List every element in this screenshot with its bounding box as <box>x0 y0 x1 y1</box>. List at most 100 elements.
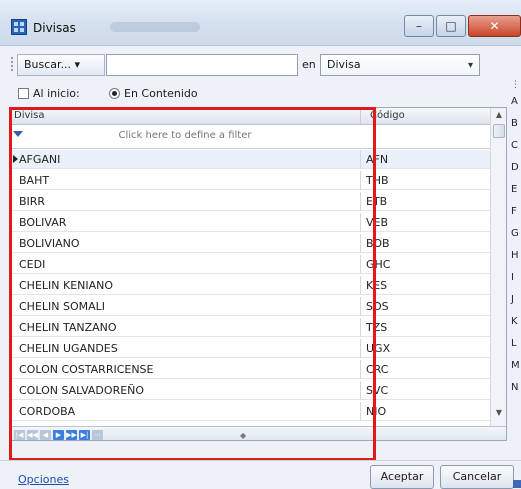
cell-divisa[interactable]: COLON SALVADOREÑO <box>19 384 144 397</box>
cell-divisa[interactable]: BIRR <box>19 195 45 208</box>
alphabet-index-item[interactable]: N <box>511 382 521 404</box>
cell-divisa[interactable]: CHELIN TANZANO <box>19 321 117 334</box>
alphabet-index-item[interactable]: C <box>511 140 521 162</box>
cell-codigo[interactable]: UGX <box>366 342 390 355</box>
cell-codigo[interactable]: KES <box>366 279 387 292</box>
alphabet-index-item[interactable]: G <box>511 228 521 250</box>
toolbar-grip-icon[interactable] <box>11 57 13 71</box>
cell-codigo[interactable]: THB <box>366 174 389 187</box>
cell-codigo[interactable]: SVC <box>366 384 388 397</box>
search-dropdown-button[interactable]: Buscar... ▾ <box>17 54 105 76</box>
cell-divisa[interactable]: BOLIVAR <box>19 216 66 229</box>
cell-codigo[interactable]: GHC <box>366 258 390 271</box>
cell-codigo[interactable]: CRC <box>366 363 388 376</box>
title-bar-blur <box>110 22 200 32</box>
cell-divisa[interactable]: AFGANI <box>19 153 60 166</box>
cell-codigo[interactable]: TZS <box>366 321 387 334</box>
vertical-scrollbar[interactable]: ▲ ▼ <box>490 108 506 426</box>
minimize-button[interactable]: – <box>404 15 434 37</box>
filter-row[interactable]: Click here to define a filter <box>10 125 490 149</box>
cell-codigo[interactable]: AFN <box>366 153 388 166</box>
cell-divider <box>360 255 361 274</box>
cell-divider <box>360 234 361 253</box>
filter-hint: Click here to define a filter <box>118 130 252 141</box>
accept-button[interactable]: Aceptar <box>370 465 434 489</box>
cell-codigo[interactable]: ETB <box>366 195 387 208</box>
alphabet-index-item[interactable]: D <box>511 162 521 184</box>
cell-divisa[interactable]: CHELIN UGANDES <box>19 342 118 355</box>
cell-codigo[interactable]: NIO <box>366 405 386 418</box>
cancel-button[interactable]: Cancelar <box>440 465 514 489</box>
prev-page-icon[interactable]: ◀◀ <box>27 430 38 440</box>
more-records-icon[interactable]: ⋯ <box>92 430 103 440</box>
search-input[interactable] <box>106 54 298 76</box>
table-row[interactable]: CHELIN KENIANO KES <box>10 276 490 295</box>
cell-divisa[interactable]: CORDOBA <box>19 405 75 418</box>
scroll-down-icon[interactable]: ▼ <box>493 408 505 420</box>
table-row[interactable]: CORDOBA NIO <box>10 402 490 421</box>
cell-divider <box>360 381 361 400</box>
starts-with-checkbox[interactable] <box>18 88 29 99</box>
next-record-icon[interactable]: ▶ <box>53 430 64 440</box>
cell-divider <box>360 192 361 211</box>
footer-icon[interactable] <box>513 480 521 488</box>
table-row[interactable]: BOLIVAR VEB <box>10 213 490 232</box>
cell-divider <box>360 339 361 358</box>
title-bar[interactable]: Divisas – □ ✕ <box>0 0 521 46</box>
table-row[interactable]: BOLIVIANO BOB <box>10 234 490 253</box>
alphabet-index-item[interactable]: B <box>511 118 521 140</box>
scroll-thumb[interactable] <box>493 124 505 138</box>
cell-divider <box>360 213 361 232</box>
maximize-button[interactable]: □ <box>436 15 466 37</box>
close-button[interactable]: ✕ <box>468 15 521 37</box>
column-header-divisa[interactable]: Divisa <box>14 110 45 121</box>
alphabet-index-item[interactable]: E <box>511 184 521 206</box>
table-row[interactable]: BAHT THB <box>10 171 490 190</box>
alphabet-index-item[interactable]: F <box>511 206 521 228</box>
cell-divider <box>360 318 361 337</box>
table-row[interactable]: COLON COSTARRICENSE CRC <box>10 360 490 379</box>
column-divider[interactable] <box>360 108 361 124</box>
record-navigator: |◀ ◀◀ ◀ ▶ ▶▶ ▶| ⋯ ◆ <box>10 426 506 440</box>
table-row[interactable]: COLON SALVADOREÑO SVC <box>10 381 490 400</box>
alphabet-index-item[interactable]: L <box>511 338 521 360</box>
alphabet-index-item[interactable]: J <box>511 294 521 316</box>
app-icon <box>11 19 27 35</box>
alphabet-index-item[interactable]: K <box>511 316 521 338</box>
table-row[interactable]: CHELIN TANZANO TZS <box>10 318 490 337</box>
contains-radio[interactable] <box>109 88 120 99</box>
scroll-up-icon[interactable]: ▲ <box>493 110 505 122</box>
first-record-icon[interactable]: |◀ <box>14 430 25 440</box>
window-title: Divisas <box>33 21 76 35</box>
starts-with-label: Al inicio: <box>33 87 80 100</box>
cell-divisa[interactable]: COLON COSTARRICENSE <box>19 363 154 376</box>
table-row[interactable]: BIRR ETB <box>10 192 490 211</box>
cell-divisa[interactable]: CHELIN KENIANO <box>19 279 113 292</box>
horizontal-scroll-icon[interactable]: ◆ <box>240 431 248 440</box>
next-page-icon[interactable]: ▶▶ <box>66 430 77 440</box>
in-label: en <box>302 58 316 71</box>
alphabet-index-item[interactable]: I <box>511 272 521 294</box>
search-field-select[interactable]: Divisa ▾ <box>320 54 480 76</box>
cell-divisa[interactable]: CEDI <box>19 258 45 271</box>
currency-grid: Divisa Código Click here to define a fil… <box>9 107 507 441</box>
divisas-window: Divisas – □ ✕ Buscar... ▾ en Divisa ▾ ⋮ … <box>0 0 521 489</box>
table-row[interactable]: CEDI GHC <box>10 255 490 274</box>
cell-divisa[interactable]: BAHT <box>19 174 49 187</box>
cell-divisa[interactable]: BOLIVIANO <box>19 237 80 250</box>
cell-codigo[interactable]: BOB <box>366 237 390 250</box>
alphabet-index-item[interactable]: A <box>511 96 521 118</box>
cell-codigo[interactable]: VEB <box>366 216 388 229</box>
table-row[interactable]: CHELIN SOMALI SOS <box>10 297 490 316</box>
current-row-indicator-icon <box>13 155 18 163</box>
table-row[interactable]: CHELIN UGANDES UGX <box>10 339 490 358</box>
alphabet-index-item[interactable]: H <box>511 250 521 272</box>
column-header-codigo[interactable]: Código <box>370 110 405 121</box>
last-record-icon[interactable]: ▶| <box>79 430 90 440</box>
cell-codigo[interactable]: SOS <box>366 300 389 313</box>
table-row[interactable]: AFGANI AFN <box>10 150 490 169</box>
prev-record-icon[interactable]: ◀ <box>40 430 51 440</box>
alphabet-index-item[interactable]: M <box>511 360 521 382</box>
options-link[interactable]: Opciones <box>18 473 69 486</box>
cell-divisa[interactable]: CHELIN SOMALI <box>19 300 105 313</box>
